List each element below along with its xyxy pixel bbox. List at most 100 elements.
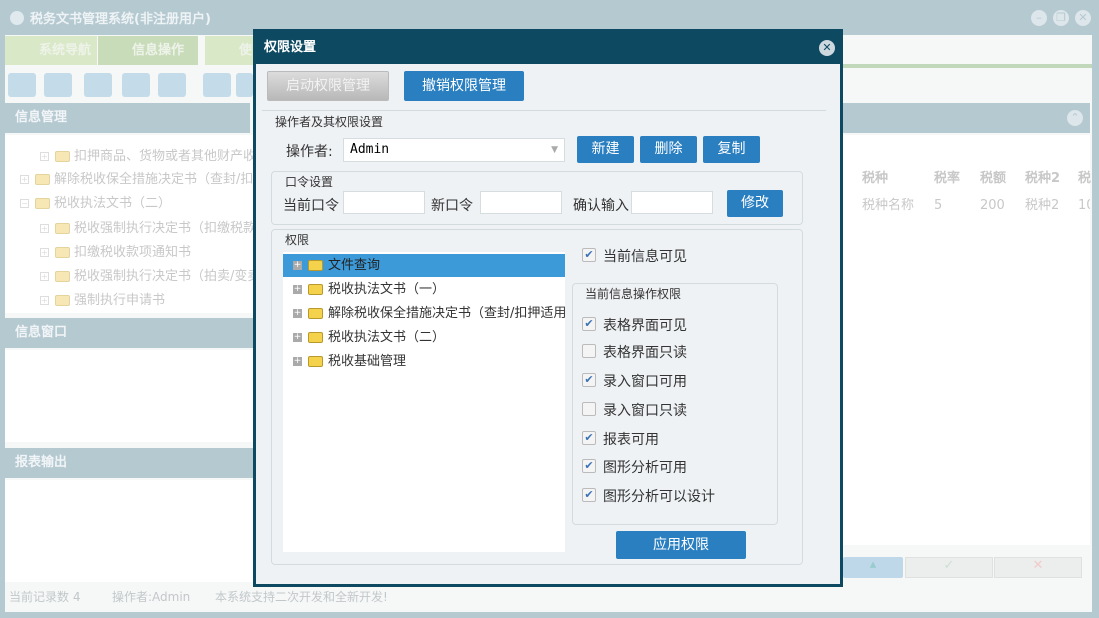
operator-label: 操作者: (286, 144, 333, 160)
col-header[interactable]: 税种2 (1025, 165, 1060, 193)
delete-button[interactable]: 删除 (640, 136, 697, 163)
tab-nav[interactable]: 系统导航 (5, 36, 97, 65)
ops-label: 表格界面可见 (603, 318, 687, 334)
ops-label: 图形分析可以设计 (603, 489, 715, 505)
confirm-password-label: 确认输入 (573, 198, 629, 214)
user-tool-button[interactable] (122, 73, 150, 97)
permission-group-label: 权限 (285, 233, 310, 247)
folder-icon (308, 308, 323, 319)
tree-node[interactable]: + 税收执法文书（二） (283, 326, 565, 349)
cell: 税种2 (1025, 198, 1060, 213)
expand-icon[interactable]: + (293, 309, 302, 318)
tab-info-ops[interactable]: 信息操作 (98, 36, 198, 65)
cell: 税种名称 (862, 198, 915, 213)
tree-node[interactable]: + 税收执法文书（一） (283, 278, 565, 301)
ops-checkbox[interactable]: ✔ (582, 317, 596, 331)
tree-node[interactable]: + 税收强制执行决定书（扣缴税款 (40, 217, 256, 236)
folder-icon (308, 260, 323, 271)
ops-label: 表格界面只读 (603, 345, 687, 361)
operator-group-label: 操作者及其权限设置 (275, 115, 384, 129)
visible-checkbox[interactable]: ✔ (582, 248, 596, 262)
col-header[interactable]: 税种 (862, 165, 888, 193)
cell: 5 (934, 198, 943, 213)
ops-label: 录入窗口只读 (603, 403, 687, 419)
status-records: 当前记录数 4 (9, 590, 81, 604)
report-body (5, 480, 253, 582)
ops-checkbox[interactable]: ✔ (582, 459, 596, 473)
visible-label: 当前信息可见 (603, 249, 687, 265)
expand-icon[interactable]: + (293, 333, 302, 342)
cell: 200 (980, 198, 1005, 213)
confirm-button[interactable]: ✓ (905, 557, 993, 578)
tree-node[interactable]: − 税收执法文书（二） (20, 192, 171, 211)
permission-tree: + 文件查询 + 税收执法文书（一） + 解除税收保全措施决定书（查封/扣押适用 + 税… (283, 252, 565, 552)
ops-label: 图形分析可用 (603, 460, 687, 476)
dialog-title: 权限设置 (256, 32, 840, 64)
ops-checkbox[interactable]: ✔ (582, 431, 596, 445)
doc-tool-button[interactable] (84, 73, 112, 97)
tree-node[interactable]: + 强制执行申请书 (40, 289, 165, 308)
status-note: 本系统支持二次开发和全新开发! (215, 590, 388, 604)
apply-permission-button[interactable]: 应用权限 (616, 531, 746, 559)
col-header[interactable]: 税 (1078, 165, 1091, 193)
minimize-icon[interactable]: – (1031, 10, 1047, 26)
tree-node[interactable]: + 扣押商品、货物或者其他财产收 (40, 145, 256, 164)
app-icon (10, 11, 24, 25)
panel-info-window: 信息窗口 (5, 318, 253, 348)
close-icon[interactable]: ✕ (1075, 10, 1091, 26)
revoke-permission-button[interactable]: 撤销权限管理 (404, 71, 524, 101)
ops-label: 报表可用 (603, 432, 659, 448)
cancel-button[interactable]: ✕ (994, 557, 1082, 578)
new-password-label: 新口令 (431, 198, 473, 214)
expand-icon[interactable]: + (293, 285, 302, 294)
list-tool-button[interactable] (44, 73, 72, 97)
tree-node[interactable]: + 解除税收保全措施决定书（查封/扣 (20, 168, 253, 187)
modify-button[interactable]: 修改 (727, 190, 783, 217)
search-tool-button[interactable] (8, 73, 36, 97)
folder-icon (308, 356, 323, 367)
copy-button[interactable]: 复制 (703, 136, 760, 163)
close-icon[interactable]: ✕ (819, 40, 835, 56)
col-header[interactable]: 税额 (980, 165, 1006, 193)
enable-permission-button[interactable]: 启动权限管理 (267, 71, 389, 101)
extra-tool-button[interactable] (236, 73, 253, 97)
ops-label: 录入窗口可用 (603, 374, 687, 390)
cell: 10 (1078, 198, 1090, 213)
tree-node[interactable]: + 扣缴税收款项通知书 (40, 241, 191, 260)
expand-icon[interactable]: + (293, 261, 302, 270)
status-operator: 操作者:Admin (112, 590, 191, 604)
tree-node[interactable]: + 解除税收保全措施决定书（查封/扣押适用 (283, 302, 565, 325)
ops-group-label: 当前信息操作权限 (585, 287, 682, 301)
new-password-input[interactable] (480, 191, 562, 214)
folder-icon (308, 284, 323, 295)
col-header[interactable]: 税率 (934, 165, 960, 193)
ops-checkbox[interactable] (582, 402, 596, 416)
restore-icon[interactable]: ❐ (1053, 10, 1069, 26)
new-button[interactable]: 新建 (577, 136, 634, 163)
ops-checkbox[interactable] (582, 344, 596, 358)
window-title: 税务文书管理系统(非注册用户) (30, 12, 211, 27)
operator-select[interactable]: Admin ▼ (343, 138, 565, 162)
up-button[interactable]: ▴ (843, 557, 903, 578)
tab-use[interactable]: 使 (205, 36, 253, 65)
expand-icon[interactable]: + (293, 357, 302, 366)
tree-node-file-query[interactable]: + 文件查询 (283, 254, 565, 277)
collapse-icon[interactable]: ⌃ (1067, 110, 1083, 126)
panel-info-manage: 信息管理 (5, 103, 250, 133)
current-password-input[interactable] (343, 191, 425, 214)
ops-checkbox[interactable]: ✔ (582, 488, 596, 502)
info-window-body (5, 350, 253, 442)
chevron-down-icon: ▼ (551, 145, 558, 155)
password-group-label: 口令设置 (285, 175, 334, 189)
tree-node[interactable]: + 税收强制执行决定书（拍卖/变卖 (40, 265, 260, 284)
window-tool-button[interactable] (158, 73, 186, 97)
confirm-password-input[interactable] (631, 191, 713, 214)
ops-checkbox[interactable]: ✔ (582, 373, 596, 387)
folder-icon (308, 332, 323, 343)
operator-value: Admin (350, 142, 390, 157)
tree-node[interactable]: + 税收基础管理 (283, 350, 565, 373)
add-tool-button[interactable] (203, 73, 231, 97)
current-password-label: 当前口令 (283, 198, 339, 214)
divider (262, 110, 826, 111)
panel-report-output: 报表输出 (5, 448, 253, 478)
